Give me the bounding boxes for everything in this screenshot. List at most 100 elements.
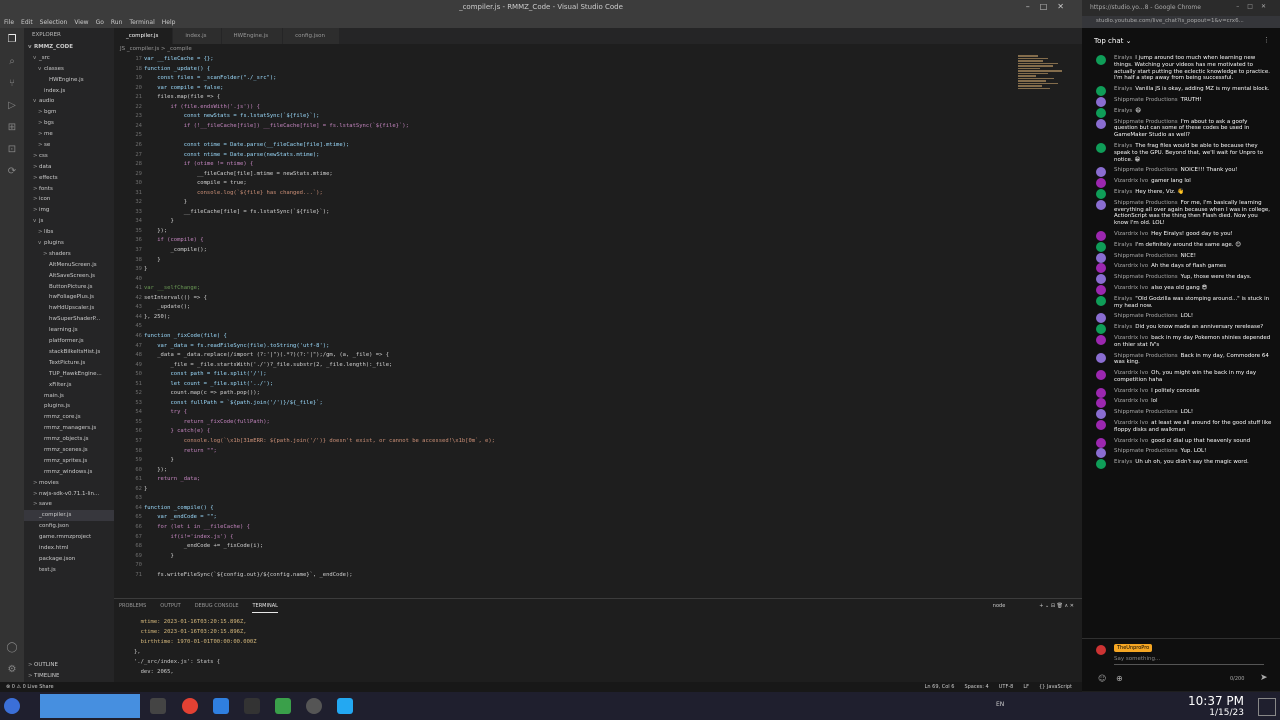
- menu-terminal[interactable]: Terminal: [129, 19, 154, 26]
- code-line[interactable]: }: [144, 553, 173, 559]
- code-line[interactable]: } catch(e) {: [144, 428, 210, 434]
- code-line[interactable]: console.log(`${file} has changed...`);: [144, 190, 323, 196]
- tree-item[interactable]: >movies: [24, 478, 114, 489]
- tree-item[interactable]: rmmz_scenes.js: [24, 445, 114, 456]
- chat-message[interactable]: Shippmate Productions NOICE!!! Thank you!: [1082, 166, 1280, 178]
- money-icon[interactable]: ⊕: [1116, 674, 1123, 683]
- chat-message[interactable]: Vizardrix Ivo also yea old gang 😎: [1082, 284, 1280, 295]
- chat-mode-select[interactable]: Top chat ⌄: [1094, 37, 1131, 45]
- more-icon[interactable]: ⋮: [1263, 36, 1270, 44]
- obs-icon[interactable]: [306, 698, 322, 714]
- tree-item[interactable]: v js: [24, 216, 114, 227]
- menu-view[interactable]: View: [74, 19, 88, 26]
- tree-item[interactable]: rmmz_core.js: [24, 412, 114, 423]
- code-line[interactable]: if (file.endsWith('.js')) {: [144, 104, 259, 110]
- code-line[interactable]: for (let i in __fileCache) {: [144, 524, 250, 530]
- run-debug-icon[interactable]: ▷: [0, 94, 24, 116]
- code-line[interactable]: }: [144, 266, 147, 272]
- tree-item[interactable]: hwHdUpscaler.js: [24, 303, 114, 314]
- menu-file[interactable]: File: [4, 19, 14, 26]
- code-line[interactable]: let count = _file.split('../');: [144, 381, 273, 387]
- remote-icon[interactable]: ⊡: [0, 138, 24, 160]
- tab-3[interactable]: config.json: [283, 28, 340, 44]
- code-line[interactable]: const otime = Date.parse(__fileCache[fil…: [144, 142, 350, 148]
- active-window-preview[interactable]: [40, 694, 140, 718]
- chat-message[interactable]: Eiralys 😄: [1082, 107, 1280, 118]
- tab-0[interactable]: _compiler.js: [114, 28, 174, 44]
- breadcrumb[interactable]: JS _compiler.js > _compile: [114, 44, 1088, 54]
- tree-item[interactable]: >css: [24, 151, 114, 162]
- tree-item[interactable]: >data: [24, 162, 114, 173]
- terminal-shell-select[interactable]: node: [993, 599, 1005, 613]
- tree-item[interactable]: rmmz_sprites.js: [24, 456, 114, 467]
- code-line[interactable]: if (otime != ntime) {: [144, 161, 254, 167]
- app-icon[interactable]: [275, 698, 291, 714]
- status-problems[interactable]: ⊗ 0 ⚠ 0 Live Share: [6, 684, 54, 690]
- chat-message[interactable]: Eiralys I'm definitely around the same ag…: [1082, 241, 1280, 252]
- tree-item[interactable]: >img: [24, 205, 114, 216]
- code-line[interactable]: const files = _scanFolder("./_src");: [144, 75, 276, 81]
- chat-message[interactable]: Eiralys The frag files would be able to b…: [1082, 142, 1280, 164]
- code-editor[interactable]: 17 var __fileCache = {}; 18 function _updat…: [114, 54, 1082, 598]
- status-indent[interactable]: Spaces: 4: [964, 684, 988, 690]
- code-line[interactable]: __fileCache[file] = fs.lstatSync(`${file…: [144, 209, 330, 215]
- project-root[interactable]: v RMMZ_CODE: [24, 42, 114, 53]
- clock[interactable]: 10:37 PM 1/15/23: [1188, 695, 1244, 719]
- gear-icon[interactable]: ⚙: [0, 658, 24, 680]
- chat-message[interactable]: Shippmate Productions For me, I'm basical…: [1082, 199, 1280, 228]
- code-line[interactable]: }: [144, 199, 187, 205]
- tree-item[interactable]: >libs: [24, 227, 114, 238]
- code-line[interactable]: }: [144, 218, 173, 224]
- code-line[interactable]: var _data = fs.readFileSync(file).toStri…: [144, 343, 329, 349]
- code-line[interactable]: try {: [144, 409, 187, 415]
- code-line[interactable]: var __selfChange;: [144, 285, 200, 291]
- timeline-section[interactable]: >TIMELINE: [28, 671, 59, 682]
- code-line[interactable]: _endCode += _fixCode(i);: [144, 543, 263, 549]
- code-line[interactable]: return _data;: [144, 476, 200, 482]
- chat-message[interactable]: Vizardrix Ivo good ol dial up that heaven…: [1082, 437, 1280, 448]
- tree-item[interactable]: v _src: [24, 53, 114, 64]
- tab-debug-console[interactable]: DEBUG CONSOLE: [195, 599, 239, 613]
- chat-message[interactable]: Vizardrix Ivo Ah the days of flash games: [1082, 262, 1280, 274]
- code-line[interactable]: const path = file.split('/');: [144, 371, 266, 377]
- code-line[interactable]: }: [144, 486, 147, 492]
- start-menu-icon[interactable]: [4, 698, 20, 714]
- code-line[interactable]: function _fixCode(file) {: [144, 333, 227, 339]
- code-line[interactable]: compile = true;: [144, 180, 247, 186]
- search-icon[interactable]: ⌕: [0, 50, 24, 72]
- tree-item[interactable]: >bgs: [24, 118, 114, 129]
- tree-item[interactable]: AltMenuScreen.js: [24, 260, 114, 271]
- code-line[interactable]: }: [144, 257, 160, 263]
- code-line[interactable]: count.map(c => path.pop());: [144, 390, 259, 396]
- chat-message[interactable]: Vizardrix Ivo Oh, you might win the back …: [1082, 369, 1280, 385]
- tree-item[interactable]: index.html: [24, 543, 114, 554]
- chat-message[interactable]: Eiralys "Old Godzilla was stomping around…: [1082, 295, 1280, 311]
- tree-item[interactable]: test.js: [24, 565, 114, 576]
- chat-message[interactable]: Shippmate Productions Yup. LOL!: [1082, 447, 1280, 459]
- tree-item[interactable]: plugins.js: [24, 401, 114, 412]
- code-line[interactable]: console.log(`\x1b[31mERR: ${path.join('/…: [144, 438, 495, 444]
- code-line[interactable]: function _compile() {: [144, 505, 214, 511]
- tree-item[interactable]: >nwjs-sdk-v0.71.1-lin...: [24, 489, 114, 500]
- code-line[interactable]: __fileCache[file].mtime = newStats.mtime…: [144, 171, 333, 177]
- explorer-icon[interactable]: ❐: [0, 28, 24, 50]
- code-line[interactable]: function _update() {: [144, 66, 210, 72]
- code-line[interactable]: setInterval(() => {: [144, 295, 207, 301]
- tree-item[interactable]: package.json: [24, 554, 114, 565]
- status-cursor[interactable]: Ln 69, Col 6: [925, 684, 955, 690]
- chat-message[interactable]: Shippmate Productions Back in my day, Com…: [1082, 352, 1280, 368]
- tree-item[interactable]: config.json: [24, 521, 114, 532]
- tree-item[interactable]: game.rmmzproject: [24, 532, 114, 543]
- chat-message[interactable]: Shippmate Productions TRUTH!: [1082, 96, 1280, 107]
- tree-item[interactable]: platformer.js: [24, 336, 114, 347]
- tree-item[interactable]: ButtonPicture.js: [24, 282, 114, 293]
- tree-item[interactable]: >me: [24, 129, 114, 140]
- tree-item[interactable]: >bgm: [24, 107, 114, 118]
- chat-message[interactable]: Shippmate Productions LOL!: [1082, 408, 1280, 420]
- chat-message[interactable]: Vizardrix Ivo Hey Eiralys! good day to yo…: [1082, 230, 1280, 241]
- tree-item[interactable]: v plugins: [24, 238, 114, 249]
- tree-item[interactable]: >se: [24, 140, 114, 151]
- menu-edit[interactable]: Edit: [21, 19, 33, 26]
- code-line[interactable]: if(i!='index.js') {: [144, 534, 233, 540]
- tree-item[interactable]: index.js: [24, 86, 114, 97]
